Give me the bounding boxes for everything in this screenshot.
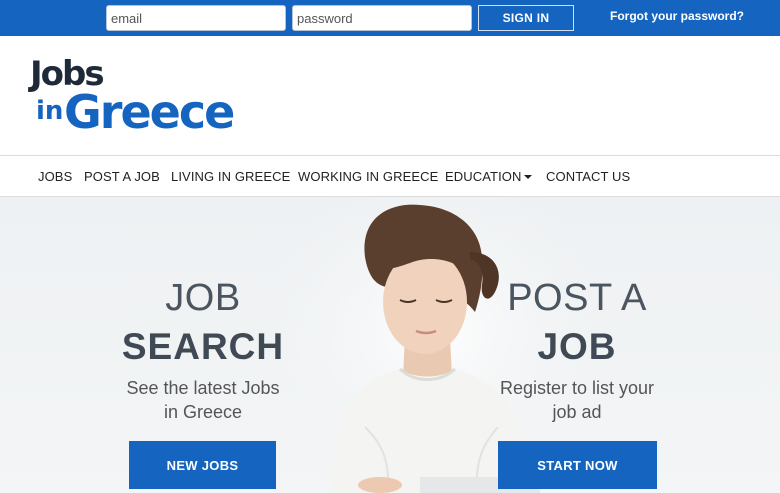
site-header: Jobs in Greece <box>0 36 780 155</box>
nav-item-living-in-greece[interactable]: LIVING IN GREECE <box>171 169 290 184</box>
post-a-job-subtitle-line1: Register to list your <box>499 378 655 398</box>
job-search-heading-bold: SEARCH <box>121 326 285 367</box>
nav-item-education-label: EDUCATION <box>445 169 522 184</box>
start-now-button[interactable]: START NOW <box>498 441 657 489</box>
job-search-subtitle-line1: See the latest Jobs <box>126 378 280 398</box>
post-a-job-subtitle-line2: job ad <box>552 402 602 422</box>
sign-in-button[interactable]: SIGN IN <box>478 5 574 31</box>
nav-item-post-a-job[interactable]: POST A JOB <box>84 169 160 184</box>
new-jobs-button[interactable]: NEW JOBS <box>129 441 276 489</box>
email-input[interactable] <box>106 5 286 31</box>
hero-banner: JOB SEARCH See the latest Jobs in Greece… <box>0 197 780 493</box>
logo-word-greece: Greece <box>64 85 235 139</box>
nav-item-contact-us[interactable]: CONTACT US <box>546 169 630 184</box>
logo-word-in: in <box>36 96 64 126</box>
job-search-subtitle-line2: in Greece <box>163 402 243 422</box>
nav-item-education[interactable]: EDUCATION <box>445 169 532 184</box>
job-search-heading-light: JOB <box>165 277 241 319</box>
caret-down-icon <box>523 175 532 179</box>
site-logo[interactable]: Jobs in Greece <box>30 54 260 144</box>
main-nav: JOBS POST A JOB LIVING IN GREECE WORKING… <box>0 155 780 197</box>
forgot-password-link[interactable]: Forgot your password? <box>610 9 744 23</box>
password-input[interactable] <box>292 5 472 31</box>
nav-item-working-in-greece[interactable]: WORKING IN GREECE <box>298 169 438 184</box>
post-a-job-heading-light: POST A <box>507 277 647 319</box>
job-search-subtitle: See the latest Jobs in Greece <box>83 376 323 424</box>
top-login-bar: SIGN IN Forgot your password? <box>0 0 780 36</box>
nav-item-jobs[interactable]: JOBS <box>38 169 72 184</box>
post-a-job-heading-bold: JOB <box>537 326 617 367</box>
post-a-job-subtitle: Register to list your job ad <box>457 376 697 424</box>
